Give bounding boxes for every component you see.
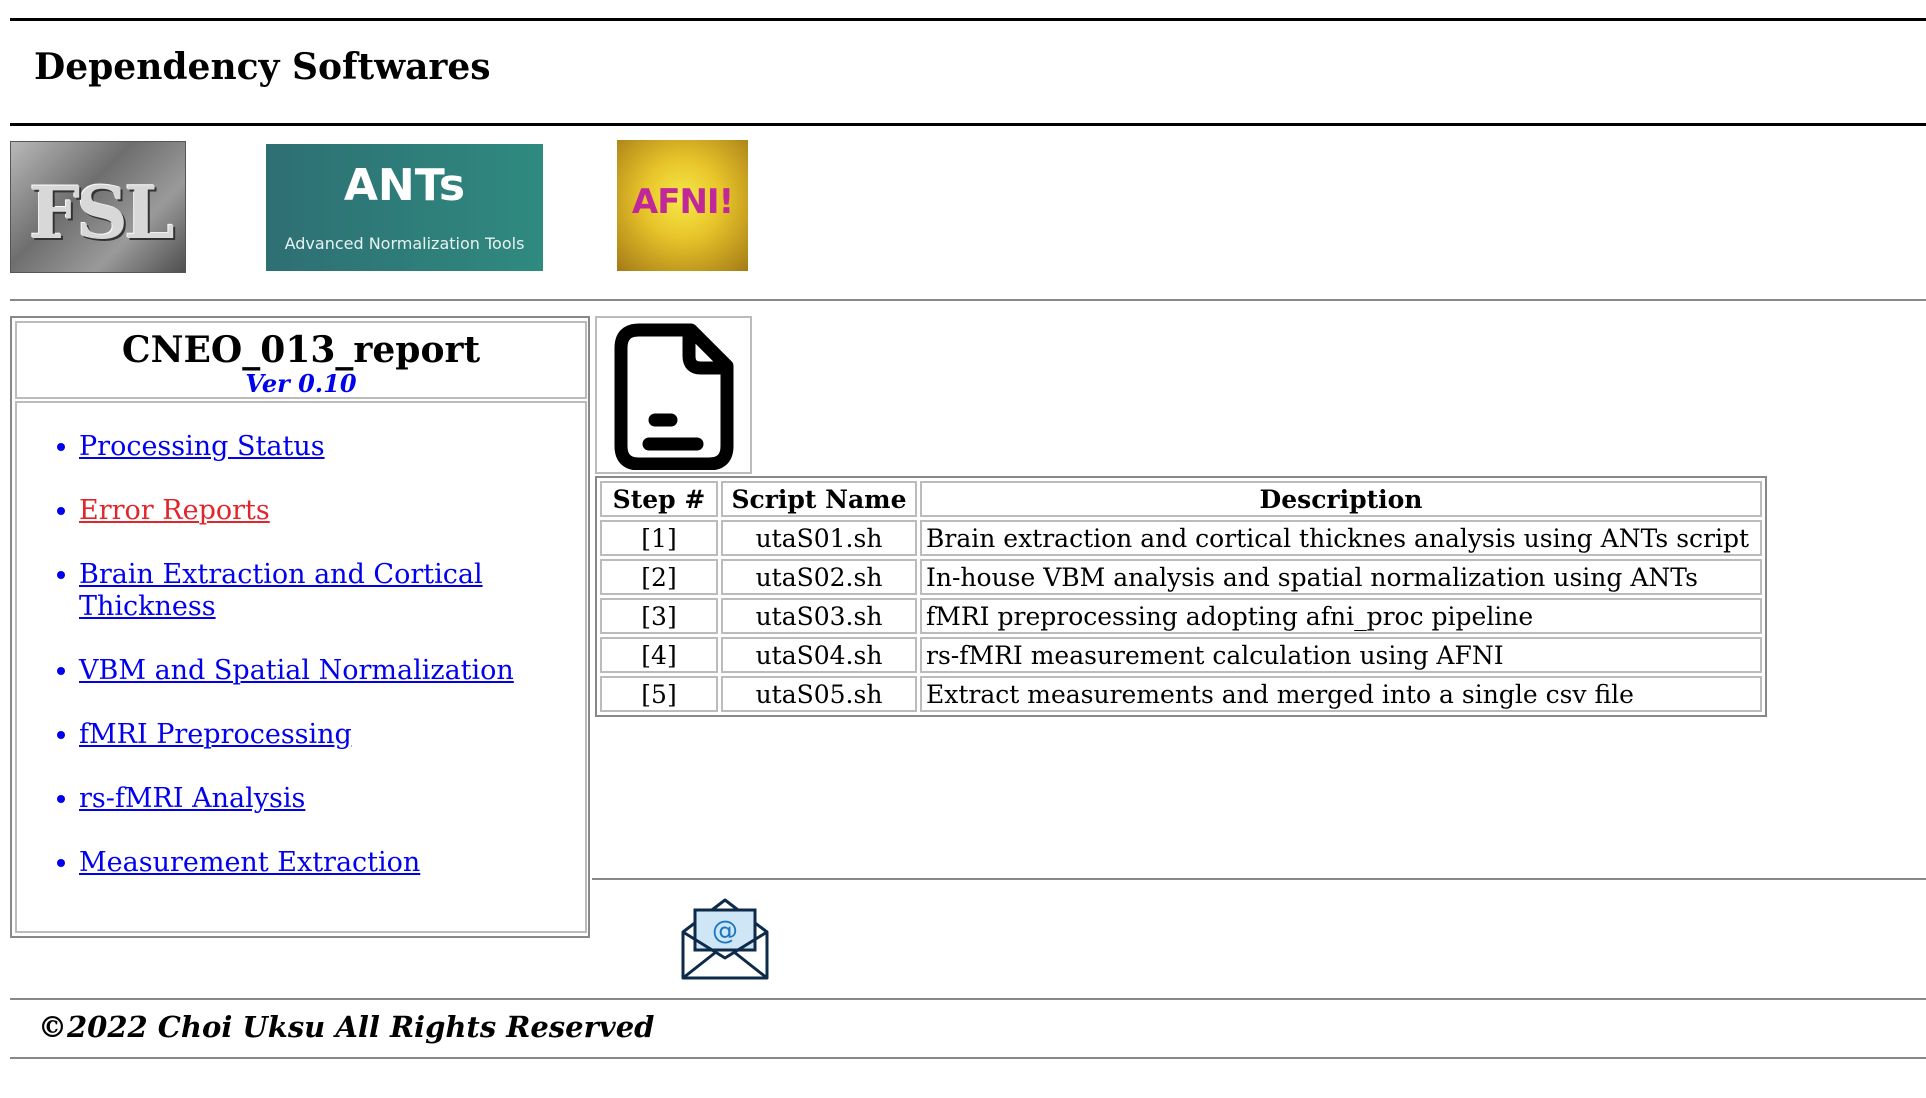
ants-logo[interactable]: ANTs Advanced Normalization Tools [266,144,543,271]
scripts-table: Step # Script Name Description [1] utaS0… [595,476,1767,717]
table-row: [2] utaS02.sh In-house VBM analysis and … [600,559,1762,595]
table-row: [4] utaS04.sh rs-fMRI measurement calcul… [600,637,1762,673]
footer-divider-top [10,998,1926,1000]
col-header-script-name: Script Name [721,481,917,517]
mail-icon[interactable]: @ [678,892,772,984]
title-divider [10,123,1926,126]
table-header-row: Step # Script Name Description [600,481,1762,517]
copyright-text: ©2022 Choi Uksu All Rights Reserved [38,1010,655,1044]
sidebar-nav: Processing Status Error Reports Brain Ex… [15,401,587,933]
top-divider [10,18,1926,21]
cell-description: Extract measurements and merged into a s… [920,676,1762,712]
col-header-step: Step # [600,481,718,517]
section-divider [10,299,1926,301]
page-title: Dependency Softwares [34,46,491,88]
cell-step: [2] [600,559,718,595]
cell-step: [4] [600,637,718,673]
cell-description: Brain extraction and cortical thicknes a… [920,520,1762,556]
table-row: [5] utaS05.sh Extract measurements and m… [600,676,1762,712]
col-header-description: Description [920,481,1762,517]
cell-description: rs-fMRI measurement calculation using AF… [920,637,1762,673]
report-version: Ver 0.10 [245,369,357,398]
footer-divider-bottom [10,1057,1926,1059]
cell-step: [1] [600,520,718,556]
nav-link-processing-status[interactable]: Processing Status [79,431,325,462]
cell-script-name: utaS03.sh [721,598,917,634]
table-row: [1] utaS01.sh Brain extraction and corti… [600,520,1762,556]
ants-logo-subtitle: Advanced Normalization Tools [284,234,525,253]
nav-link-rs-fmri-analysis[interactable]: rs-fMRI Analysis [79,783,305,814]
ants-logo-title: ANTs [343,160,466,211]
cell-script-name: utaS05.sh [721,676,917,712]
afni-logo-text: AFNI! [631,182,734,222]
cell-script-name: utaS02.sh [721,559,917,595]
nav-item-fmri-preprocessing: fMRI Preprocessing [57,719,519,751]
report-sidebar: CNEO_013_report Ver 0.10 Processing Stat… [10,316,590,938]
cell-description: fMRI preprocessing adopting afni_proc pi… [920,598,1762,634]
fsl-logo-text: FSL [29,170,175,255]
table-row: [3] utaS03.sh fMRI preprocessing adoptin… [600,598,1762,634]
nav-item-brain-extraction: Brain Extraction and Cortical Thickness [57,559,519,623]
nav-item-rs-fmri-analysis: rs-fMRI Analysis [57,783,519,815]
svg-text:@: @ [712,916,738,946]
nav-link-brain-extraction[interactable]: Brain Extraction and Cortical Thickness [79,559,483,622]
document-icon [614,323,734,470]
nav-item-error-reports: Error Reports [57,495,519,527]
report-title: CNEO_013_report [121,329,481,371]
fsl-logo[interactable]: FSL [10,141,186,273]
cell-description: In-house VBM analysis and spatial normal… [920,559,1762,595]
cell-step: [5] [600,676,718,712]
nav-link-measurement-extraction[interactable]: Measurement Extraction [79,847,420,878]
nav-item-measurement-extraction: Measurement Extraction [57,847,519,879]
afni-logo[interactable]: AFNI! [617,140,748,271]
cell-script-name: utaS04.sh [721,637,917,673]
cell-script-name: utaS01.sh [721,520,917,556]
nav-link-error-reports[interactable]: Error Reports [79,495,270,526]
cell-step: [3] [600,598,718,634]
nav-link-fmri-preprocessing[interactable]: fMRI Preprocessing [79,719,352,750]
nav-item-vbm: VBM and Spatial Normalization [57,655,519,687]
nav-item-processing-status: Processing Status [57,431,519,463]
content-divider [592,878,1926,880]
document-icon-box [595,316,752,474]
sidebar-header: CNEO_013_report Ver 0.10 [15,321,587,399]
nav-link-vbm[interactable]: VBM and Spatial Normalization [79,655,514,686]
